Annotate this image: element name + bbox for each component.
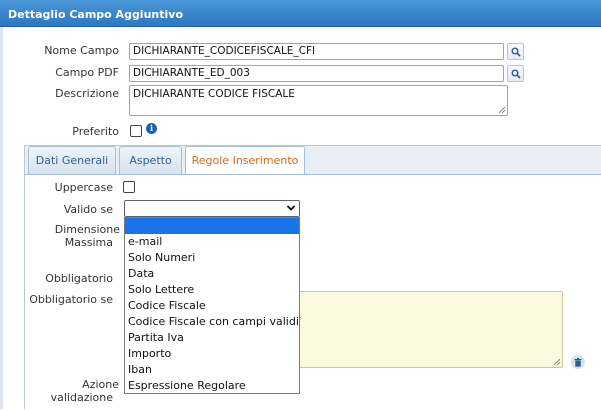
tab-dati-generali[interactable]: Dati Generali xyxy=(28,146,116,174)
dropdown-option[interactable]: Codice Fiscale xyxy=(125,298,299,314)
window-title: Dettaglio Campo Aggiuntivo xyxy=(8,8,184,21)
obbligatorio-se-label: Obbligatorio se xyxy=(29,293,113,306)
left-border xyxy=(0,27,3,409)
valido-se-dropdown-list[interactable]: e-mail Solo Numeri Data Solo Lettere Codice … xyxy=(124,217,300,394)
validazione-label: validazione xyxy=(50,391,113,404)
trash-icon xyxy=(574,357,582,367)
obbligatorio-se-textarea[interactable] xyxy=(290,291,563,368)
delete-button[interactable] xyxy=(571,355,585,369)
nome-campo-label: Nome Campo xyxy=(44,44,119,57)
dropdown-option[interactable]: Espressione Regolare xyxy=(125,378,299,394)
resize-handle-icon[interactable] xyxy=(553,358,561,366)
tab-regole-inserimento[interactable]: Regole Inserimento xyxy=(185,146,305,175)
campo-pdf-input[interactable]: DICHIARANTE_ED_003 xyxy=(129,65,504,82)
campo-pdf-lookup-button[interactable] xyxy=(507,65,524,82)
descrizione-textarea[interactable]: DICHIARANTE CODICE FISCALE xyxy=(129,85,508,116)
info-icon[interactable]: i xyxy=(146,123,157,134)
uppercase-label: Uppercase xyxy=(54,181,113,194)
dimensione-label: Dimensione xyxy=(54,223,120,236)
nome-campo-input[interactable]: DICHIARANTE_CODICEFISCALE_CFI xyxy=(129,43,504,60)
tab-aspetto[interactable]: Aspetto xyxy=(119,146,182,174)
nome-campo-lookup-button[interactable] xyxy=(507,43,524,60)
massima-label: Massima xyxy=(64,236,113,249)
window-titlebar: Dettaglio Campo Aggiuntivo xyxy=(0,0,601,27)
dropdown-option[interactable]: Solo Lettere xyxy=(125,282,299,298)
valido-se-select[interactable] xyxy=(124,200,300,217)
search-icon xyxy=(511,69,521,79)
dropdown-option[interactable]: e-mail xyxy=(125,234,299,250)
campo-pdf-label: Campo PDF xyxy=(55,66,119,79)
uppercase-checkbox[interactable] xyxy=(123,181,135,193)
preferito-label: Preferito xyxy=(72,125,119,138)
descrizione-label: Descrizione xyxy=(55,87,119,100)
preferito-checkbox[interactable] xyxy=(130,125,142,137)
chevron-down-icon xyxy=(286,205,296,211)
dropdown-option[interactable]: Partita Iva xyxy=(125,330,299,346)
dropdown-option[interactable] xyxy=(125,218,299,234)
dropdown-option[interactable]: Solo Numeri xyxy=(125,250,299,266)
search-icon xyxy=(511,47,521,57)
dropdown-option[interactable]: Data xyxy=(125,266,299,282)
dropdown-option[interactable]: Iban xyxy=(125,362,299,378)
dropdown-option[interactable]: Importo xyxy=(125,346,299,362)
obbligatorio-label: Obbligatorio xyxy=(45,272,113,285)
resize-handle-icon[interactable] xyxy=(498,106,506,114)
valido-se-label: Valido se xyxy=(63,203,113,216)
azione-label: Azione xyxy=(82,378,119,391)
dropdown-option[interactable]: Codice Fiscale con campi validi xyxy=(125,314,299,330)
